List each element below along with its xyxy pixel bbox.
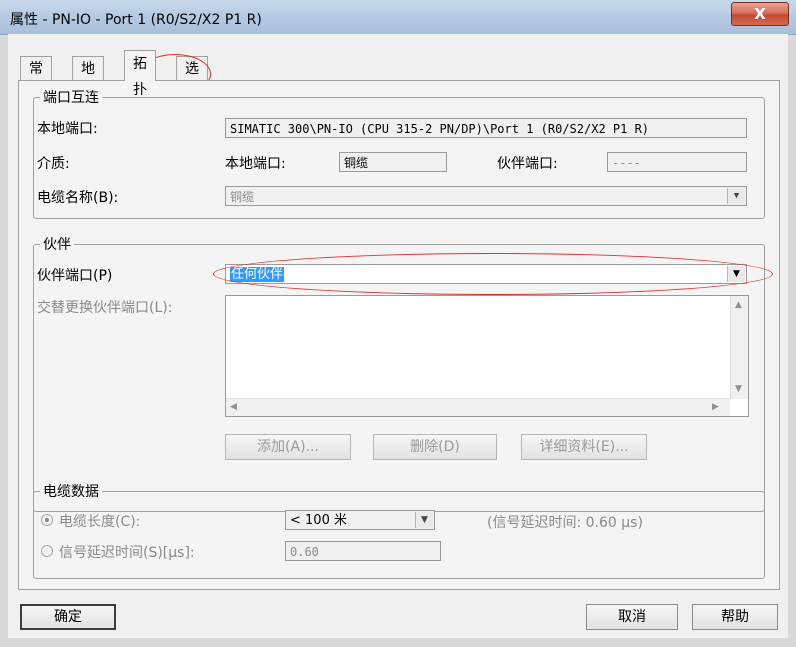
partner-legend: 伙伴 xyxy=(43,237,71,253)
cancel-button[interactable]: 取消 xyxy=(586,604,678,630)
medium-label: 介质: xyxy=(37,156,70,172)
cable-length-dropdown[interactable]: < 100 米 ▼ xyxy=(285,510,435,530)
tab-general[interactable]: 常规 xyxy=(20,56,52,101)
horizontal-scrollbar[interactable]: ◀ ▶ xyxy=(226,398,730,416)
tab-address[interactable]: 地址 xyxy=(72,56,104,101)
ok-button[interactable]: 确定 xyxy=(20,604,116,630)
alternate-partner-list[interactable]: ▲ ▼ ◀ ▶ xyxy=(225,295,749,417)
scroll-left-icon[interactable]: ◀ xyxy=(230,402,237,412)
scroll-up-icon[interactable]: ▲ xyxy=(735,300,742,310)
partner-port-label: 伙伴端口(P) xyxy=(37,268,113,284)
scroll-right-icon[interactable]: ▶ xyxy=(712,402,719,412)
alternate-partner-label: 交替更换伙伴端口(L): xyxy=(37,300,173,316)
scroll-down-icon[interactable]: ▼ xyxy=(735,384,742,394)
signal-delay-radio[interactable] xyxy=(41,545,53,557)
title-bar[interactable]: 属性 - PN-IO - Port 1 (R0/S2/X2 P1 R) X xyxy=(0,0,796,35)
signal-delay-info: (信号延迟时间: 0.60 μs) xyxy=(487,515,643,531)
local-port-label: 本地端口: xyxy=(37,121,98,137)
medium-local-field: 铜缆 xyxy=(339,152,447,172)
partner-port-highlight xyxy=(213,253,773,295)
cable-name-dropdown: 铜缆 ▼ xyxy=(225,186,747,206)
medium-partner-label: 伙伴端口: xyxy=(497,156,558,172)
signal-delay-label: 信号延迟时间(S)[μs]: xyxy=(59,545,195,561)
help-button[interactable]: 帮助 xyxy=(692,604,778,630)
signal-delay-field: 0.60 xyxy=(285,541,441,561)
radio-selected-dot xyxy=(45,518,49,522)
port-interconnect-legend: 端口互连 xyxy=(43,90,99,106)
medium-local-label: 本地端口: xyxy=(225,156,286,172)
cable-name-label: 电缆名称(B): xyxy=(37,190,119,206)
cable-name-value: 铜缆 xyxy=(230,190,255,204)
local-port-field: SIMATIC 300\PN-IO (CPU 315-2 PN/DP)\Port… xyxy=(225,118,747,138)
cable-length-radio[interactable] xyxy=(41,514,53,526)
properties-dialog: 属性 - PN-IO - Port 1 (R0/S2/X2 P1 R) X 常规… xyxy=(0,0,796,647)
cable-length-label: 电缆长度(C): xyxy=(59,514,141,530)
details-button[interactable]: 详细资料(E)... xyxy=(521,434,647,460)
cable-data-legend: 电缆数据 xyxy=(43,484,99,500)
cable-data-group: 电缆数据 xyxy=(33,481,765,579)
add-button[interactable]: 添加(A)... xyxy=(225,434,351,460)
cable-length-value: < 100 米 xyxy=(290,513,347,528)
vertical-scrollbar[interactable]: ▲ ▼ xyxy=(730,296,748,399)
tab-topology[interactable]: 拓扑 xyxy=(124,50,156,98)
window-title: 属性 - PN-IO - Port 1 (R0/S2/X2 P1 R) xyxy=(10,12,262,28)
delete-button[interactable]: 删除(D) xyxy=(373,434,497,460)
chevron-down-icon[interactable]: ▼ xyxy=(415,512,433,528)
topology-panel: 端口互连 本地端口: SIMATIC 300\PN-IO (CPU 315-2 … xyxy=(18,80,780,590)
close-button[interactable]: X xyxy=(731,2,789,26)
dialog-client-area: 常规 地址 拓扑 选项 端口互连 本地端口: SIMATIC 300\PN-IO… xyxy=(8,34,788,638)
chevron-down-icon: ▼ xyxy=(727,188,745,204)
medium-partner-field: ---- xyxy=(607,152,747,172)
